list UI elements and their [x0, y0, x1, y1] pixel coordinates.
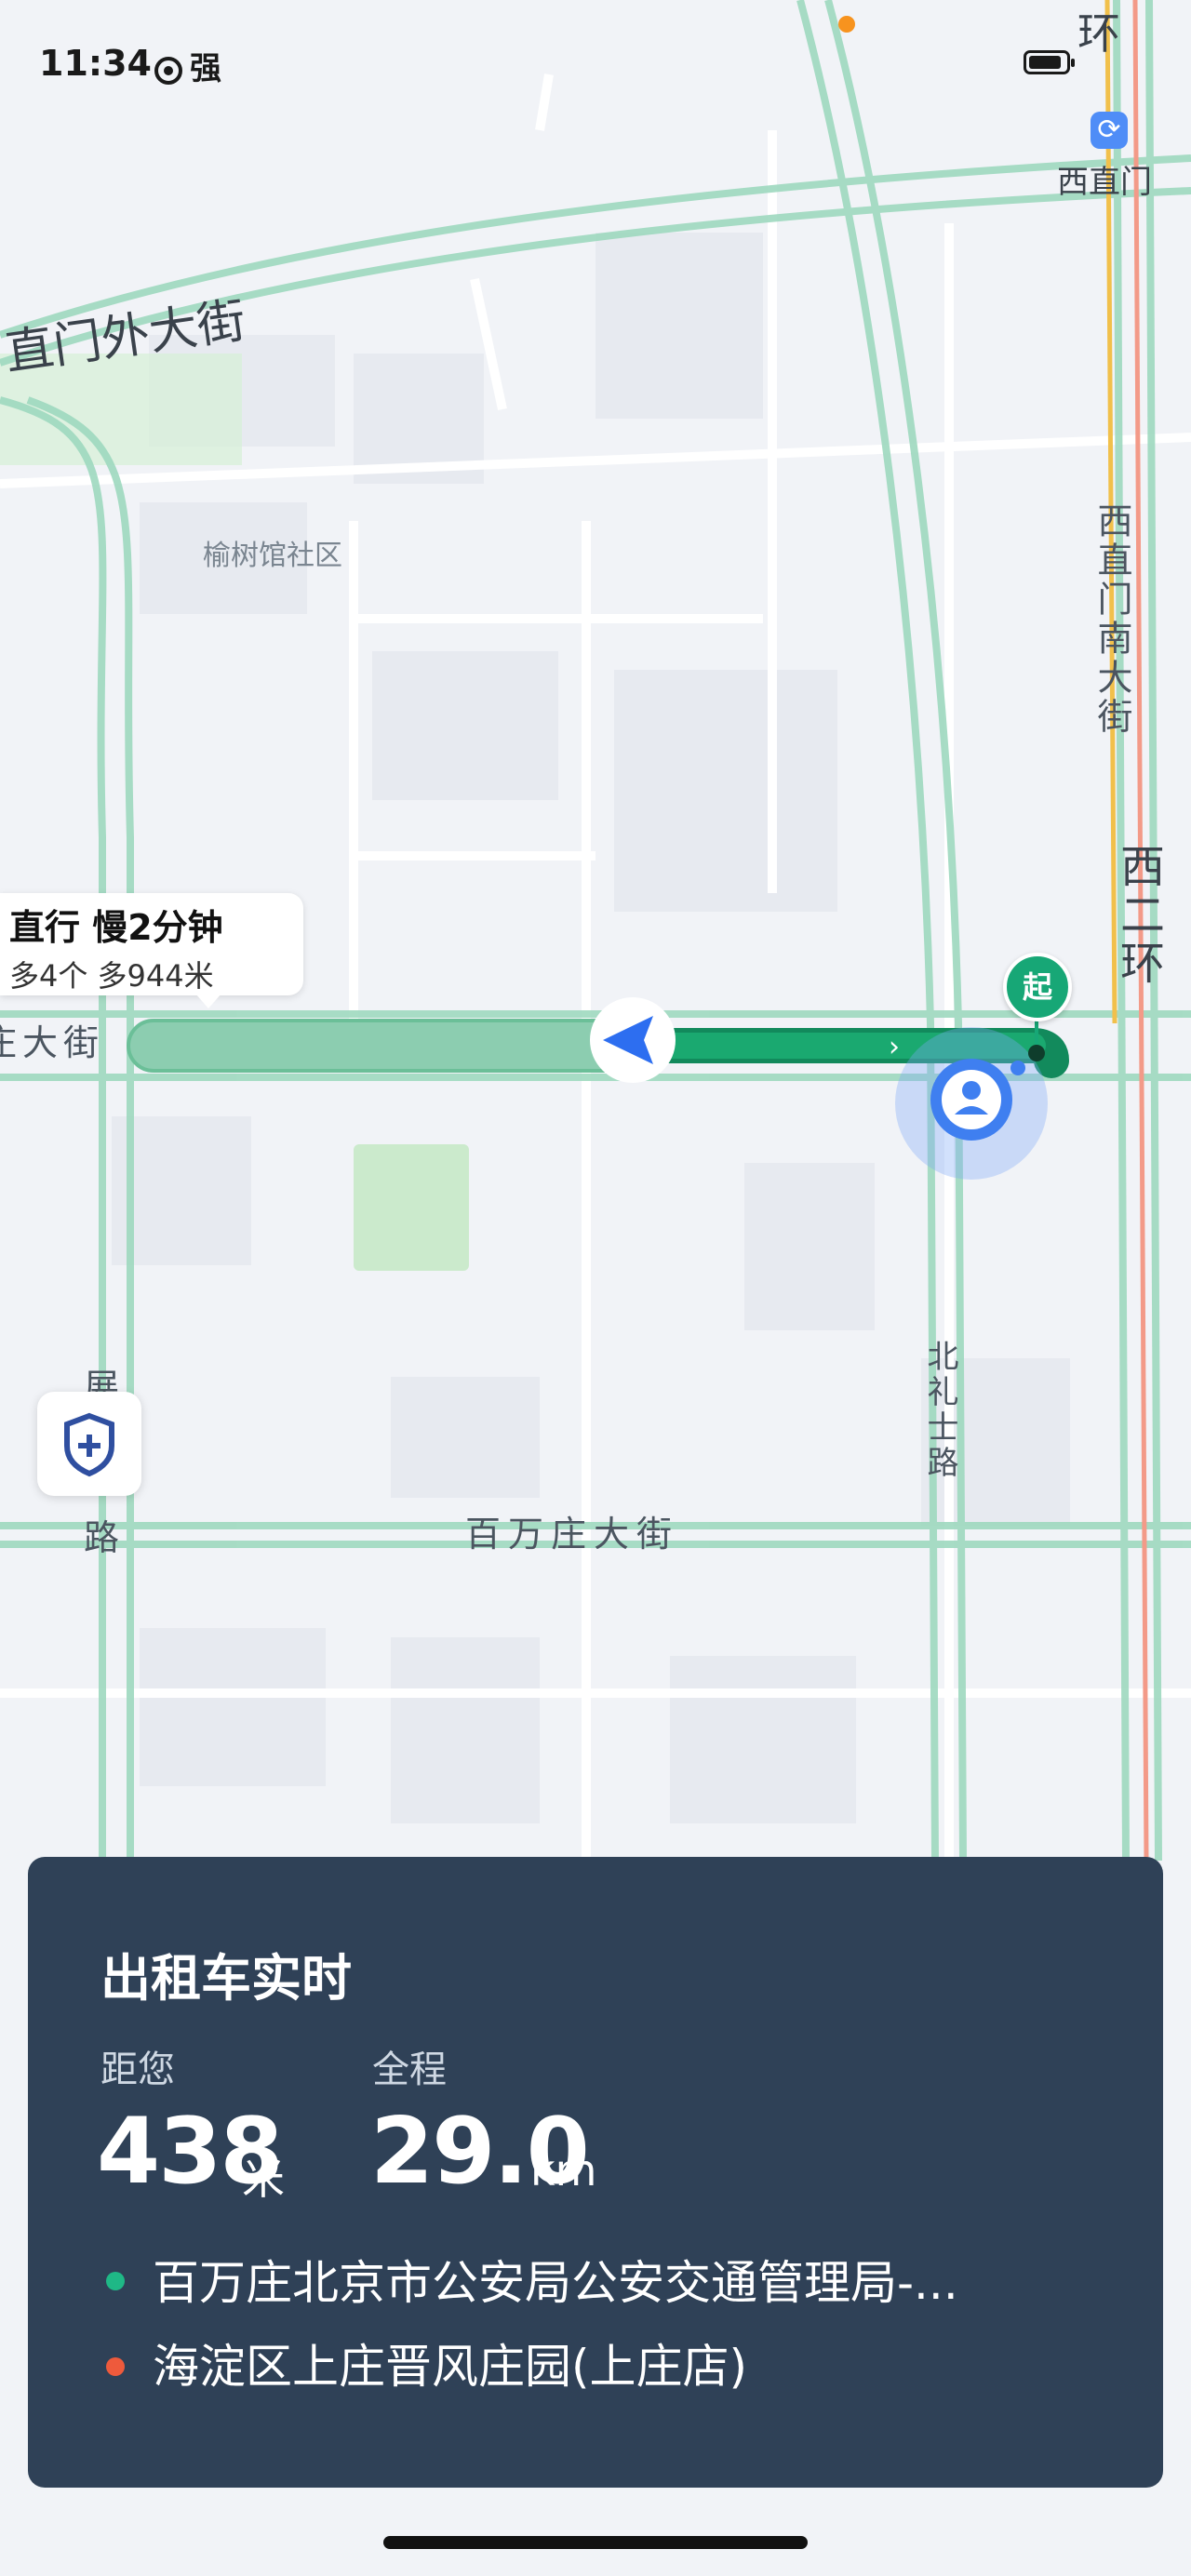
route-tip-tail [195, 994, 221, 1008]
route-tip-subtitle: 多4个 多944米 [9, 958, 214, 994]
road-label-ring-top: 环 [1077, 8, 1120, 59]
svg-text:›: › [889, 1031, 900, 1063]
battery-icon [1024, 50, 1075, 74]
distance-label: 距您 [100, 2049, 175, 2091]
network-signal: 强 [154, 43, 221, 88]
destination-dot [106, 2357, 125, 2376]
route-tip-bubble[interactable]: 直行 慢2分钟 多4个 多944米 [0, 893, 303, 995]
road-label-west-second-ring: 西二环 [1112, 843, 1164, 988]
navigation-arrow-icon [590, 997, 676, 1083]
origin-dot [106, 2272, 125, 2290]
route-tip-title: 直行 慢2分钟 [9, 907, 223, 948]
destination-address: 海淀区上庄晋风庄园(上庄店) [153, 2340, 748, 2394]
road-label-beilishi: 北礼士路 [921, 1340, 958, 1481]
road-label-xizhimen-south: 西直门南大街 [1091, 502, 1132, 737]
alternative-route[interactable] [127, 1019, 651, 1073]
metro-icon [1091, 112, 1128, 149]
poi-label-yushuguan: 榆树馆社区 [203, 540, 342, 572]
home-indicator[interactable] [383, 2536, 808, 2549]
signal-icon [154, 56, 182, 85]
origin-address: 百万庄北京市公安局公安交通管理局-... [153, 2256, 958, 2310]
passenger-location-icon[interactable] [895, 1027, 1048, 1180]
signal-text: 强 [190, 50, 221, 87]
start-marker[interactable]: 起 [1003, 953, 1072, 1021]
status-bar: 11:34 强 [0, 0, 1191, 130]
metro-label-xizhimen: 西直门 [1057, 164, 1152, 201]
safety-button[interactable] [37, 1392, 141, 1496]
road-label-zhanlan-b: 路 [84, 1517, 120, 1558]
distance-unit: 米 [242, 2154, 285, 2204]
road-label-baiwanzhuang: 百万庄大街 [465, 1514, 680, 1555]
shield-plus-icon [64, 1412, 114, 1477]
road-label-left-street: 庄大街 [0, 1022, 105, 1063]
taxi-info-panel[interactable]: 出租车实时 距您 全程 438 米 29.0 km 百万庄北京市公安局公安交通管… [28, 1857, 1163, 2488]
status-time: 11:34 [39, 43, 152, 84]
total-label: 全程 [372, 2049, 447, 2091]
total-unit: km [530, 2145, 597, 2196]
panel-title: 出租车实时 [100, 1949, 352, 2008]
